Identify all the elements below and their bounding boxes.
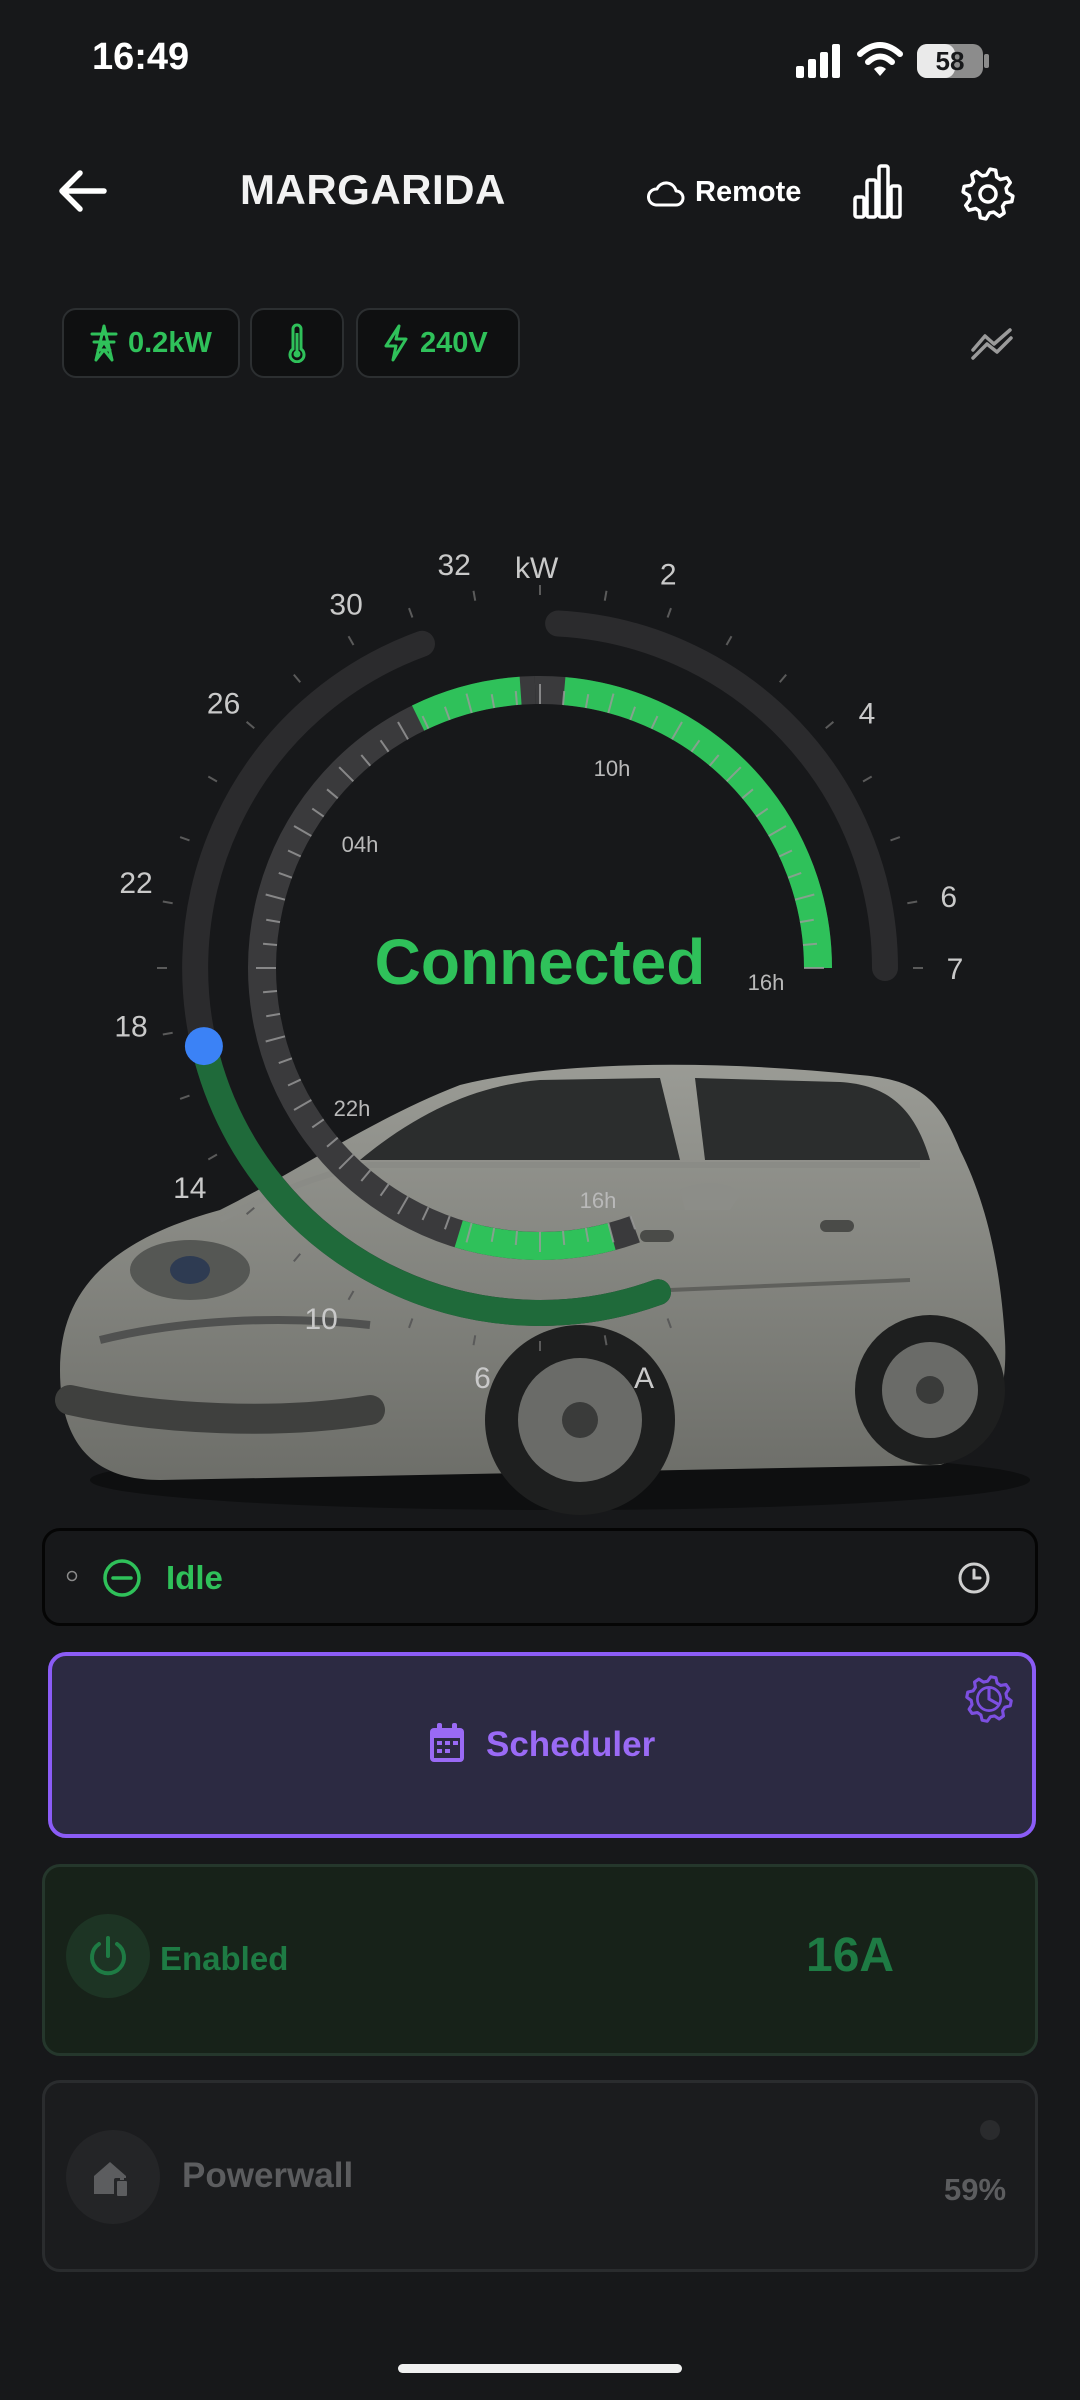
- current-tick-label-26: 26: [207, 688, 240, 721]
- outer-tick: [293, 673, 302, 683]
- current-tick-label-14: 14: [173, 1172, 206, 1205]
- outer-tick: [472, 590, 477, 601]
- home-battery-icon: [94, 2162, 130, 2198]
- enabled-label: Enabled: [160, 1940, 289, 1977]
- voltage-chip-value: 240V: [420, 326, 488, 359]
- power-icon: [90, 1936, 126, 1976]
- outer-tick: [603, 1335, 608, 1346]
- home-indicator[interactable]: [398, 2364, 682, 2373]
- schedule-active-arc-3: [454, 1220, 616, 1260]
- outer-tick: [890, 836, 901, 842]
- outer-tick: [778, 673, 787, 683]
- time-label-22h: 22h: [334, 1096, 371, 1121]
- outer-tick: [179, 1094, 190, 1100]
- outer-tick: [603, 590, 608, 601]
- status-time: 16:49: [92, 36, 190, 78]
- schedule-tick: [562, 1230, 566, 1246]
- thermometer-icon: [288, 323, 306, 363]
- current-tick-label-10: 10: [304, 1303, 337, 1336]
- outer-tick: [245, 721, 255, 730]
- outer-tick: [472, 1335, 477, 1346]
- outer-tick: [408, 607, 414, 618]
- outer-tick: [666, 607, 672, 618]
- power-chip-value: 0.2kW: [128, 326, 212, 359]
- arrow-left-icon[interactable]: [56, 168, 108, 214]
- power-tick-label-4: 4: [859, 698, 876, 731]
- battery-nub: [984, 54, 989, 68]
- outer-tick: [825, 721, 835, 730]
- power-tick-label-6: 6: [940, 881, 957, 914]
- outer-tick: [347, 635, 355, 646]
- battery-level: 58: [935, 46, 965, 76]
- power-unit-label: kW: [515, 552, 559, 585]
- schedule-tick: [514, 690, 518, 706]
- scheduler-label: Scheduler: [486, 1725, 656, 1764]
- time-label-04h: 04h: [342, 832, 379, 857]
- outer-tick: [907, 900, 918, 905]
- current-tick-label-22: 22: [119, 867, 152, 900]
- outer-tick: [862, 775, 873, 783]
- powerwall-icon-button: [66, 2130, 160, 2224]
- power-arc-track: [545, 610, 898, 981]
- lightning-icon: [384, 324, 408, 362]
- time-label-16h: 16h: [580, 1188, 617, 1213]
- outer-tick: [245, 1206, 255, 1215]
- outer-tick: [207, 775, 218, 783]
- current-unit-label: A: [634, 1362, 655, 1395]
- outer-tick: [293, 1253, 302, 1263]
- cloud-icon: [647, 181, 685, 207]
- gear-icon[interactable]: [960, 166, 1016, 222]
- current-arc-fill: [193, 1044, 671, 1326]
- cellular-signal-icon: [796, 44, 840, 78]
- clock-icon[interactable]: [956, 1560, 992, 1596]
- power-chip[interactable]: 0.2kW: [62, 308, 240, 378]
- powerwall-percent: 59%: [944, 2172, 1007, 2207]
- outer-tick: [725, 635, 733, 646]
- current-tick-label-30: 30: [329, 588, 362, 621]
- info-icon: [66, 1570, 78, 1582]
- voltage-chip[interactable]: 240V: [356, 308, 520, 378]
- powerwall-label: Powerwall: [182, 2156, 354, 2195]
- battery-icon: 58: [917, 44, 983, 78]
- temperature-chip[interactable]: [250, 308, 344, 378]
- calendar-icon: [430, 1723, 464, 1762]
- schedule-tick: [562, 690, 566, 706]
- outer-tick: [162, 900, 173, 905]
- outer-tick: [207, 1153, 218, 1161]
- current-tick-label-18: 18: [114, 1010, 147, 1043]
- powerwall-indicator-dot: [980, 2120, 1000, 2140]
- page-title: MARGARIDA: [240, 166, 506, 213]
- bar-chart-icon[interactable]: [852, 164, 904, 220]
- wifi-icon: [857, 42, 903, 76]
- remote-label: Remote: [695, 176, 802, 208]
- charging-status-label: Idle: [166, 1559, 223, 1596]
- power-button[interactable]: [66, 1914, 150, 1998]
- minus-circle-icon: [103, 1559, 141, 1597]
- power-tick-label-2: 2: [660, 558, 677, 591]
- current-tick-label-32: 32: [437, 549, 470, 582]
- outer-tick: [162, 1031, 173, 1036]
- schedule-tick: [514, 1230, 518, 1246]
- outer-tick: [666, 1318, 672, 1329]
- time-label-10h: 10h: [594, 756, 631, 781]
- connection-status: Connected: [374, 926, 706, 998]
- power-tower-icon: [90, 324, 118, 362]
- scheduler-settings-icon[interactable]: [964, 1674, 1014, 1724]
- current-tick-label-6: 6: [474, 1362, 491, 1395]
- outer-tick: [347, 1290, 355, 1301]
- trend-lines-icon[interactable]: [970, 324, 1014, 360]
- current-setpoint-knob: [184, 1027, 223, 1066]
- charge-current-value[interactable]: 16A: [806, 1928, 894, 1983]
- outer-tick: [408, 1318, 414, 1329]
- outer-tick: [179, 836, 190, 842]
